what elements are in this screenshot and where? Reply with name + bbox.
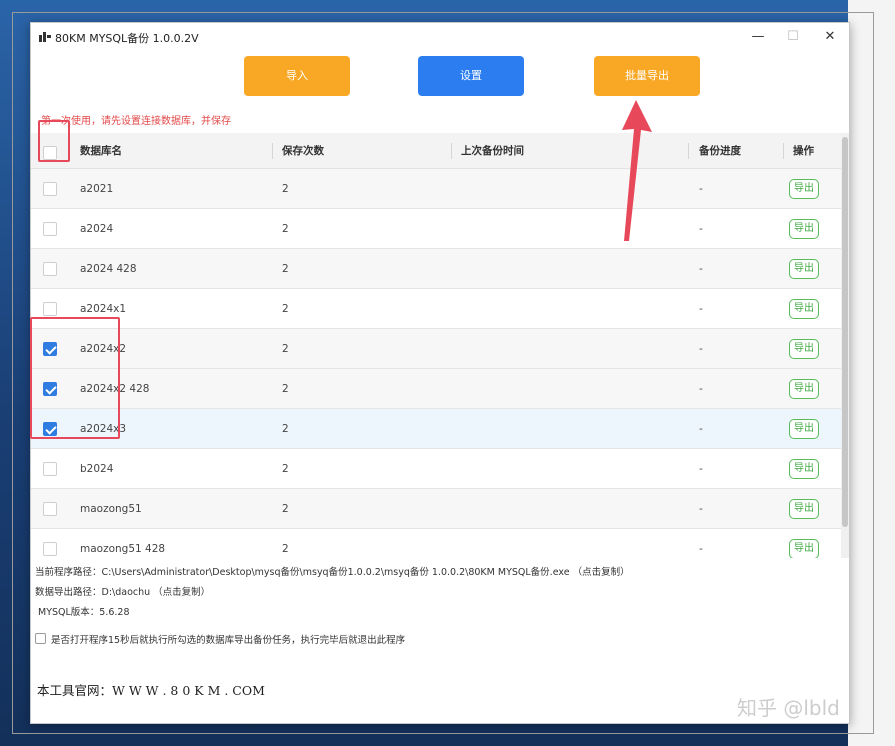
table-row[interactable]: a2024x1 2 - 导出	[31, 289, 841, 329]
export-button[interactable]: 导出	[789, 179, 819, 199]
header-count: 保存次数	[282, 145, 324, 157]
table-row[interactable]: a2024x2 428 2 - 导出	[31, 369, 841, 409]
row-checkbox[interactable]	[43, 302, 57, 316]
auto-export-checkbox[interactable]	[35, 633, 46, 644]
export-button[interactable]: 导出	[789, 499, 819, 519]
backup-count: 2	[282, 343, 289, 355]
backup-progress: -	[699, 223, 703, 235]
row-checkbox[interactable]	[43, 262, 57, 276]
database-table: 数据库名 保存次数 上次备份时间 备份进度 操作 a2021 2 - 导出 a2…	[31, 133, 849, 558]
table-row[interactable]: a2024 428 2 - 导出	[31, 249, 841, 289]
backup-progress: -	[699, 303, 703, 315]
header-divider	[688, 143, 689, 159]
db-name: maozong51	[80, 503, 142, 515]
export-button[interactable]: 导出	[789, 299, 819, 319]
table-row[interactable]: b2024 2 - 导出	[31, 449, 841, 489]
backup-progress: -	[699, 343, 703, 355]
backup-count: 2	[282, 463, 289, 475]
export-button[interactable]: 导出	[789, 459, 819, 479]
backup-count: 2	[282, 223, 289, 235]
table-header: 数据库名 保存次数 上次备份时间 备份进度 操作	[31, 133, 841, 169]
program-path[interactable]: 当前程序路径：C:\Users\Administrator\Desktop\my…	[35, 564, 630, 578]
backup-progress: -	[699, 263, 703, 275]
backup-count: 2	[282, 543, 289, 555]
db-name: b2024	[80, 463, 114, 475]
header-divider	[272, 143, 273, 159]
row-checkbox[interactable]	[43, 182, 57, 196]
row-checkbox[interactable]	[43, 462, 57, 476]
table-row[interactable]: a2024x2 2 - 导出	[31, 329, 841, 369]
mysql-version: MYSQL版本：5.6.28	[38, 607, 130, 618]
export-button[interactable]: 导出	[789, 259, 819, 279]
minimize-button[interactable]: —	[743, 26, 773, 48]
header-divider	[451, 143, 452, 159]
table-scrollbar[interactable]	[841, 133, 849, 558]
official-site-text: 本工具官网：W W W . 8 0 K M . COM	[37, 683, 265, 698]
export-button[interactable]: 导出	[789, 419, 819, 439]
backup-count: 2	[282, 503, 289, 515]
backup-progress: -	[699, 183, 703, 195]
row-checkbox[interactable]	[43, 502, 57, 516]
db-name: maozong51 428	[80, 543, 166, 555]
header-last-time: 上次备份时间	[461, 145, 524, 157]
export-button[interactable]: 导出	[789, 539, 819, 558]
annotation-box-select-all	[38, 120, 70, 162]
db-name: a2024 428	[80, 263, 137, 275]
db-name: a2021	[80, 183, 114, 195]
table-row[interactable]: a2024 2 - 导出	[31, 209, 841, 249]
close-button[interactable]: ✕	[815, 26, 845, 48]
header-progress: 备份进度	[699, 145, 741, 157]
backup-count: 2	[282, 263, 289, 275]
export-button[interactable]: 导出	[789, 379, 819, 399]
backup-progress: -	[699, 423, 703, 435]
backup-progress: -	[699, 503, 703, 515]
db-name: a2024	[80, 223, 114, 235]
backup-count: 2	[282, 423, 289, 435]
scrollbar-thumb[interactable]	[842, 137, 848, 527]
maximize-button[interactable]: ☐	[778, 26, 808, 48]
auto-export-label: 是否打开程序15秒后就执行所勾选的数据库导出备份任务，执行完毕后就退出此程序	[51, 635, 406, 646]
row-checkbox[interactable]	[43, 222, 57, 236]
app-window: 80KM MYSQL备份 1.0.0.2V — ☐ ✕ 导入 设置 批量导出 第…	[30, 22, 850, 724]
backup-count: 2	[282, 303, 289, 315]
batch-export-button[interactable]: 批量导出	[594, 56, 700, 96]
backup-progress: -	[699, 463, 703, 475]
window-title: 80KM MYSQL备份 1.0.0.2V	[55, 32, 199, 45]
row-checkbox[interactable]	[43, 542, 57, 556]
backup-progress: -	[699, 543, 703, 555]
settings-button[interactable]: 设置	[418, 56, 524, 96]
backup-count: 2	[282, 383, 289, 395]
export-button[interactable]: 导出	[789, 219, 819, 239]
watermark: 知乎 @lbld	[737, 696, 840, 720]
header-action: 操作	[793, 145, 814, 157]
export-path[interactable]: 数据导出路径：D:\daochu （点击复制）	[35, 584, 210, 598]
annotation-arrow-icon	[622, 100, 652, 241]
table-row[interactable]: a2021 2 - 导出	[31, 169, 841, 209]
table-row[interactable]: maozong51 2 - 导出	[31, 489, 841, 529]
header-name: 数据库名	[80, 145, 122, 157]
table-row[interactable]: a2024x3 2 - 导出	[31, 409, 841, 449]
title-bar: 80KM MYSQL备份 1.0.0.2V — ☐ ✕	[31, 23, 849, 51]
app-icon	[39, 32, 51, 42]
table-row[interactable]: maozong51 428 2 - 导出	[31, 529, 841, 558]
backup-progress: -	[699, 383, 703, 395]
import-button[interactable]: 导入	[244, 56, 350, 96]
backup-count: 2	[282, 183, 289, 195]
annotation-box-checked-rows	[30, 317, 120, 439]
export-button[interactable]: 导出	[789, 339, 819, 359]
header-divider	[783, 143, 784, 159]
